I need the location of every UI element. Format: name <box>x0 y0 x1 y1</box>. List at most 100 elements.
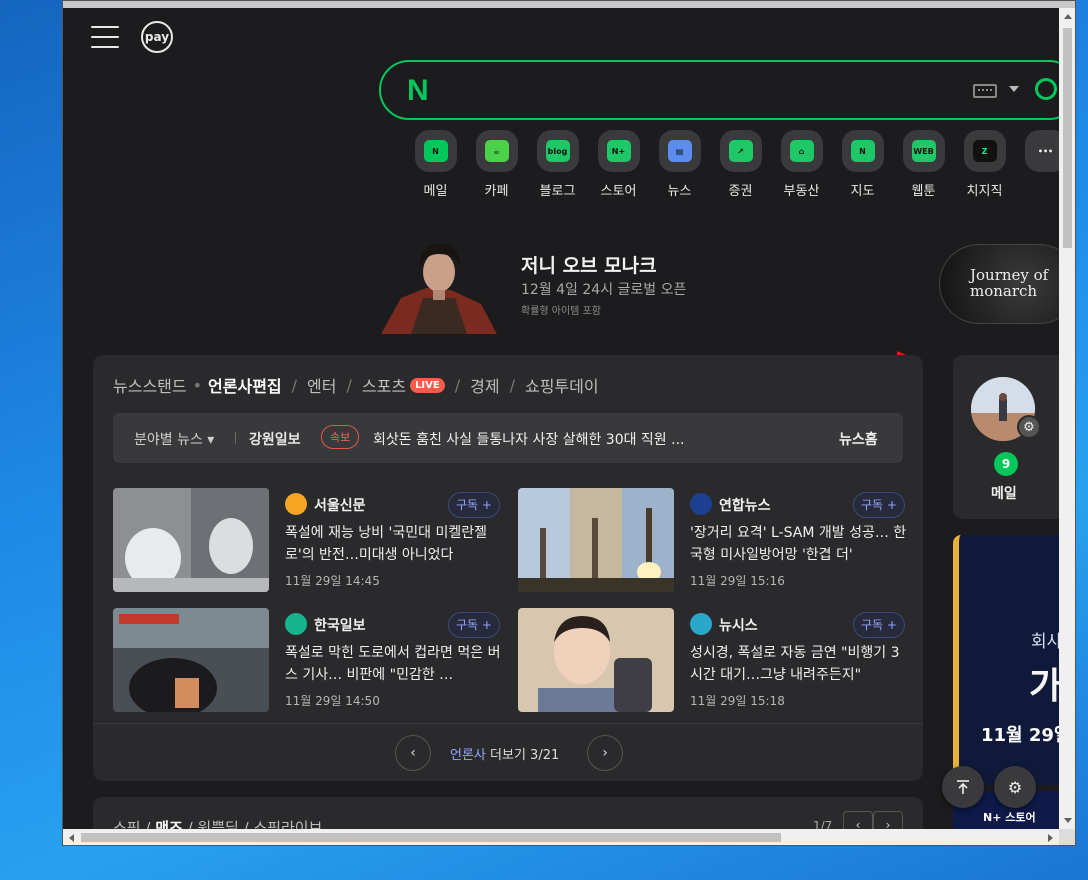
breaking-source[interactable]: 강원일보 <box>249 429 301 449</box>
vertical-scrollbar[interactable] <box>1059 8 1075 829</box>
service-label: 지도 <box>850 184 875 199</box>
news-home-link[interactable]: 뉴스홈 <box>839 429 878 449</box>
service-news[interactable]: ▤ 뉴스 <box>649 130 710 199</box>
subscribe-button[interactable]: 구독 + <box>853 612 905 638</box>
divider <box>93 723 923 724</box>
cafe-icon: ☕ <box>475 130 518 172</box>
service-stock[interactable]: ↗ 증권 <box>710 130 771 199</box>
tab-economy[interactable]: 경제 <box>470 373 499 397</box>
service-label: 스토어 <box>600 184 637 199</box>
service-realestate[interactable]: ⌂ 부동산 <box>771 130 832 199</box>
subscribe-button[interactable]: 구독 + <box>853 492 905 518</box>
settings-button[interactable]: ⚙ <box>994 766 1036 808</box>
scroll-left-icon[interactable] <box>69 834 74 842</box>
news-thumbnail[interactable] <box>518 608 674 712</box>
service-chzzk[interactable]: Z 치지직 <box>954 130 1015 199</box>
ad-text-1: 회사 <box>1031 632 1059 652</box>
service-label: 카페 <box>484 184 509 199</box>
news-headline[interactable]: '장거리 요격' L-SAM 개발 성공… 한국형 미사일방어망 '한겹 더' <box>690 522 908 566</box>
subscribe-button[interactable]: 구독 + <box>448 492 500 518</box>
service-mail[interactable]: N 메일 <box>405 130 466 199</box>
pager-prev-button[interactable]: ‹ <box>395 735 431 771</box>
game-logo-banner[interactable]: Journey of monarch <box>939 244 1059 324</box>
search-input[interactable] <box>451 74 951 108</box>
mail-icon-glyph: N <box>423 140 448 162</box>
service-cafe[interactable]: ☕ 카페 <box>466 130 527 199</box>
press-logo-icon <box>285 493 307 515</box>
keyboard-dropdown-icon[interactable] <box>1009 86 1019 92</box>
scroll-top-button[interactable] <box>942 766 984 808</box>
pager-label[interactable]: 언론사 더보기 3/21 <box>450 744 559 763</box>
profile-settings-icon[interactable]: ⚙ <box>1017 415 1041 439</box>
news-icon: ▤ <box>658 130 701 172</box>
service-label: 블로그 <box>539 184 576 199</box>
realestate-icon-glyph: ⌂ <box>789 140 814 162</box>
tab-one-plus-deal[interactable]: 원쁠딜 <box>197 819 238 829</box>
pager-next-button[interactable]: › <box>587 735 623 771</box>
shopping-card: 쇼핑 / 맨즈 / 원쁠딜 / 쇼핑라이브 1/7 ‹ › <box>93 797 923 829</box>
press-name[interactable]: 연합뉴스 <box>719 495 771 515</box>
service-label: 웹툰 <box>911 184 936 199</box>
service-blog[interactable]: blog 블로그 <box>527 130 588 199</box>
scrollbar-corner <box>1059 829 1075 845</box>
blog-icon-glyph: blog <box>545 140 570 162</box>
service-more[interactable]: ••• <box>1015 130 1059 199</box>
map-icon: N <box>841 130 884 172</box>
press-name[interactable]: 한국일보 <box>314 615 366 635</box>
menu-icon[interactable] <box>91 26 119 48</box>
service-label: 부동산 <box>783 184 820 199</box>
keyboard-icon[interactable] <box>973 84 997 98</box>
banner-title[interactable]: 저니 오브 모나크 <box>521 251 657 278</box>
store-icon-glyph: N+ <box>606 140 631 162</box>
tab-shopping-live[interactable]: 쇼핑라이브 <box>253 819 322 829</box>
news-headline[interactable]: 폭설로 막힌 도로에서 컵라면 먹은 버스 기사… 비판에 "민감한 … <box>285 642 503 686</box>
service-map[interactable]: N 지도 <box>832 130 893 199</box>
webtoon-icon-glyph: WEB <box>911 140 936 162</box>
news-thumbnail[interactable] <box>518 488 674 592</box>
tab-entertainment[interactable]: 엔터 <box>307 373 336 397</box>
breaking-headline[interactable]: 회삿돈 훔친 사실 들통나자 사장 살해한 30대 직원 ... <box>373 429 713 449</box>
tab-shopping[interactable]: 쇼핑 <box>113 819 141 829</box>
webtoon-icon: WEB <box>902 130 945 172</box>
news-headline[interactable]: 성시경, 폭설로 자동 금연 "비행기 3시간 대기…그냥 내려주든지" <box>690 642 908 686</box>
tab-mens[interactable]: 맨즈 <box>155 819 183 829</box>
service-store[interactable]: N+ 스토어 <box>588 130 649 199</box>
scroll-up-icon[interactable] <box>1064 14 1072 19</box>
press-name[interactable]: 서울신문 <box>314 495 366 515</box>
naver-logo[interactable]: N <box>407 74 429 108</box>
blog-icon: blog <box>536 130 579 172</box>
tab-sports[interactable]: 스포츠 <box>362 373 406 397</box>
news-thumbnail[interactable] <box>113 608 269 712</box>
shopping-prev-button[interactable]: ‹ <box>843 811 873 829</box>
window-top-edge <box>63 1 1075 8</box>
mail-link[interactable]: 메일 <box>991 483 1017 503</box>
news-date: 11월 29일 14:50 <box>285 694 380 708</box>
horizontal-scrollbar[interactable] <box>63 829 1059 845</box>
horizontal-scroll-thumb[interactable] <box>81 833 781 842</box>
service-webtoon[interactable]: WEB 웹툰 <box>893 130 954 199</box>
pay-icon[interactable]: pay <box>141 21 173 53</box>
ad-text-2: 가 <box>1029 666 1059 707</box>
news-date: 11월 29일 15:18 <box>690 694 785 708</box>
service-label: 뉴스 <box>667 184 692 199</box>
scroll-right-icon[interactable] <box>1048 834 1053 842</box>
category-dropdown[interactable]: 분야별 뉴스 ▾ <box>134 429 214 449</box>
press-item: 서울신문 구독 + 폭설에 재능 낭비 '국민대 미켈란젤로'의 반전…미대생 … <box>113 488 508 592</box>
stock-icon: ↗ <box>719 130 762 172</box>
ad-banner[interactable]: 회사 가 11월 29일 <box>953 535 1059 785</box>
tab-press-edit[interactable]: 언론사편집 <box>208 373 282 397</box>
subscribe-button[interactable]: 구독 + <box>448 612 500 638</box>
scroll-down-icon[interactable] <box>1064 818 1072 823</box>
news-headline[interactable]: 폭설에 재능 낭비 '국민대 미켈란젤로'의 반전…미대생 아니었다 <box>285 522 503 566</box>
mail-count-badge: 9 <box>994 452 1018 476</box>
shopping-page: 1/7 <box>813 819 833 829</box>
shopping-next-button[interactable]: › <box>873 811 903 829</box>
press-logo-icon <box>690 493 712 515</box>
press-name[interactable]: 뉴시스 <box>719 615 758 635</box>
search-icon[interactable] <box>1035 78 1057 100</box>
vertical-scroll-thumb[interactable] <box>1063 28 1072 248</box>
banner-character-image[interactable] <box>381 238 497 334</box>
tab-newsstand[interactable]: 뉴스스탠드 <box>113 373 187 397</box>
tab-shopping-today[interactable]: 쇼핑투데이 <box>525 373 599 397</box>
news-thumbnail[interactable] <box>113 488 269 592</box>
